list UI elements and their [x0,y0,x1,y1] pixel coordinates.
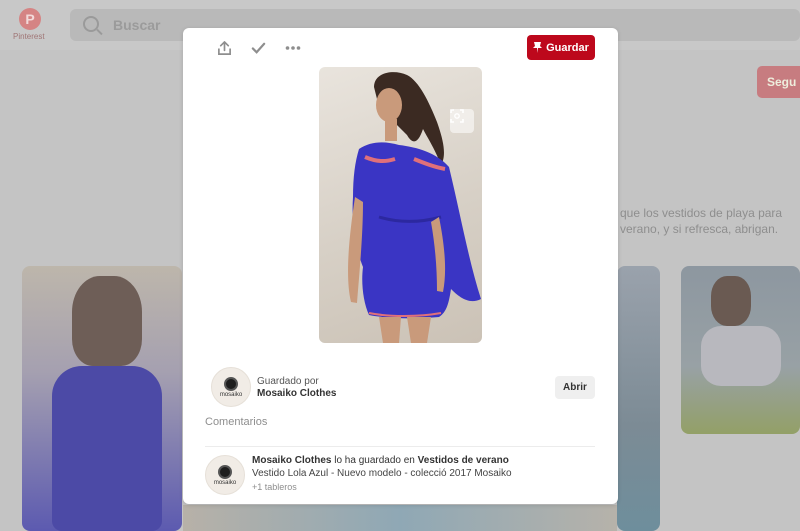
mosaiko-logo-icon [218,464,232,479]
board-description: que los vestidos de playa para verano, y… [620,206,783,236]
avatar-text: mosaiko [213,479,237,486]
follow-button[interactable]: Segu [757,66,800,98]
avatar[interactable]: mosaiko [205,455,245,495]
more-icon[interactable] [284,39,302,57]
feed-pin-card[interactable] [22,266,182,531]
save-button[interactable]: Guardar [527,35,595,60]
search-placeholder[interactable]: Buscar [113,17,160,33]
feed-pin-card[interactable] [617,266,660,531]
pin-image[interactable] [319,67,482,343]
search-icon [83,16,99,32]
activity-action: lo ha guardado en [331,455,418,466]
share-icon[interactable] [215,39,233,57]
open-button[interactable]: Abrir [555,376,595,399]
activity-summary: Mosaiko Clothes lo ha guardado en Vestid… [252,455,509,466]
divider [205,446,595,447]
avatar-text: mosaiko [219,391,243,398]
activity-user[interactable]: Mosaiko Clothes [252,455,331,466]
check-icon[interactable] [249,39,267,57]
saved-by-label: Guardado por [257,376,319,387]
pin-icon [533,42,543,53]
visual-search-icon[interactable] [450,109,474,133]
boards-count[interactable]: +1 tableros [252,482,297,492]
pin-closeup-modal: Guardar mosaiko Guardado por Mosaiko Clo… [183,28,618,504]
pinterest-logo-icon[interactable]: P [19,8,41,30]
save-button-label: Guardar [546,41,589,54]
activity-board[interactable]: Vestidos de verano [418,455,509,466]
pin-description: Vestido Lola Azul - Nuevo modelo - colec… [252,468,512,479]
saved-by-name[interactable]: Mosaiko Clothes [257,388,336,399]
mosaiko-logo-icon [224,376,238,391]
pin-toolbar: Guardar [183,28,618,66]
feed-pin-card[interactable] [681,266,800,434]
feed-pin-card[interactable] [183,505,617,531]
comments-heading[interactable]: Comentarios [205,416,267,428]
avatar[interactable]: mosaiko [211,367,251,407]
activity-item: mosaiko Mosaiko Clothes lo ha guardado e… [205,454,595,498]
logo-label: Pinterest [13,32,45,41]
